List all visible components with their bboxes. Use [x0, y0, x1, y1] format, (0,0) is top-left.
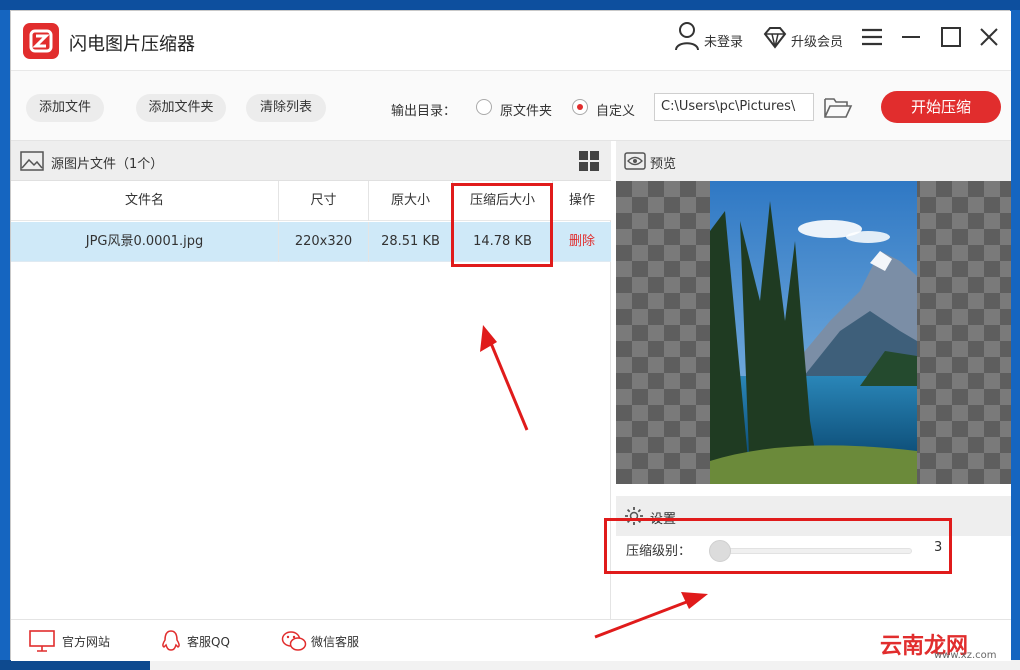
app-logo-icon [23, 23, 59, 59]
diamond-icon [763, 27, 787, 49]
desktop-background-top [0, 0, 1020, 10]
cell-dimensions: 220x320 [279, 222, 369, 262]
highlight-box-compression-level [604, 518, 952, 574]
cell-filename: JPG风景0.0001.jpg [11, 222, 279, 262]
folder-open-icon [824, 98, 853, 118]
delete-row-link[interactable]: 删除 [553, 222, 611, 262]
hamburger-icon [862, 28, 882, 46]
login-label: 未登录 [704, 35, 744, 50]
add-folder-button[interactable]: 添加文件夹 [136, 94, 226, 122]
preview-image [710, 181, 917, 484]
column-header-action: 操作 [568, 193, 595, 208]
official-website-label: 官方网站 [62, 635, 111, 649]
radio-original-label: 原文件夹 [500, 104, 553, 119]
maximize-icon [941, 27, 961, 47]
login-button[interactable]: 未登录 [674, 19, 754, 55]
wechat-icon [281, 631, 307, 651]
upgrade-vip-button[interactable]: 升级会员 [763, 19, 853, 55]
close-icon [980, 28, 998, 46]
radio-custom-label: 自定义 [596, 104, 636, 119]
official-website-link[interactable]: 官方网站 [29, 628, 129, 654]
image-icon [20, 151, 44, 171]
customer-qq-link[interactable]: 客服QQ [161, 628, 261, 654]
customer-qq-label: 客服QQ [187, 635, 230, 649]
source-files-title: 源图片文件（1个） [51, 157, 164, 172]
footer-bar: 官方网站 客服QQ 微信客服 [11, 619, 1011, 661]
preview-header: 预览 [616, 141, 1011, 181]
highlight-box-compressed-size [451, 183, 553, 267]
wechat-service-link[interactable]: 微信客服 [281, 628, 381, 654]
radio-original-folder[interactable] [476, 99, 492, 115]
user-icon [675, 22, 699, 51]
cell-original-size: 28.51 KB [369, 222, 453, 262]
toolbar: 添加文件 添加文件夹 清除列表 输出目录： 原文件夹 自定义 C:\Users\… [11, 71, 1011, 141]
app-title: 闪电图片压缩器 [69, 34, 195, 55]
desktop-strip [150, 660, 1020, 670]
clear-list-button[interactable]: 清除列表 [246, 94, 326, 122]
menu-button[interactable] [856, 21, 888, 53]
vip-label: 升级会员 [791, 35, 844, 50]
watermark-url: www.xz.com [934, 650, 997, 661]
column-header-dimensions[interactable]: 尺寸 [279, 181, 369, 221]
monitor-icon [29, 630, 55, 652]
column-header-filename[interactable]: 文件名 [11, 181, 279, 221]
wechat-service-label: 微信客服 [311, 635, 360, 649]
close-button[interactable] [973, 21, 1005, 53]
grid-view-button[interactable] [579, 151, 599, 171]
qq-icon [162, 630, 180, 651]
output-path-field[interactable]: C:\Users\pc\Pictures\ [654, 93, 814, 121]
start-compress-button[interactable]: 开始压缩 [881, 91, 1001, 123]
title-bar: 闪电图片压缩器 未登录 升级会员 [11, 11, 1011, 71]
grid-view-icon [579, 151, 599, 171]
preview-title: 预览 [650, 157, 677, 172]
radio-custom-folder[interactable] [572, 99, 588, 115]
preview-canvas [616, 181, 1011, 484]
eye-icon [624, 152, 646, 170]
output-dir-label: 输出目录： [391, 104, 457, 119]
minimize-button[interactable] [895, 21, 927, 53]
maximize-button[interactable] [935, 21, 967, 53]
source-files-header: 源图片文件（1个） [11, 141, 611, 181]
minimize-icon [902, 36, 920, 38]
add-file-button[interactable]: 添加文件 [26, 94, 104, 122]
column-header-original-size[interactable]: 原大小 [369, 181, 453, 221]
browse-folder-button[interactable] [823, 95, 853, 121]
